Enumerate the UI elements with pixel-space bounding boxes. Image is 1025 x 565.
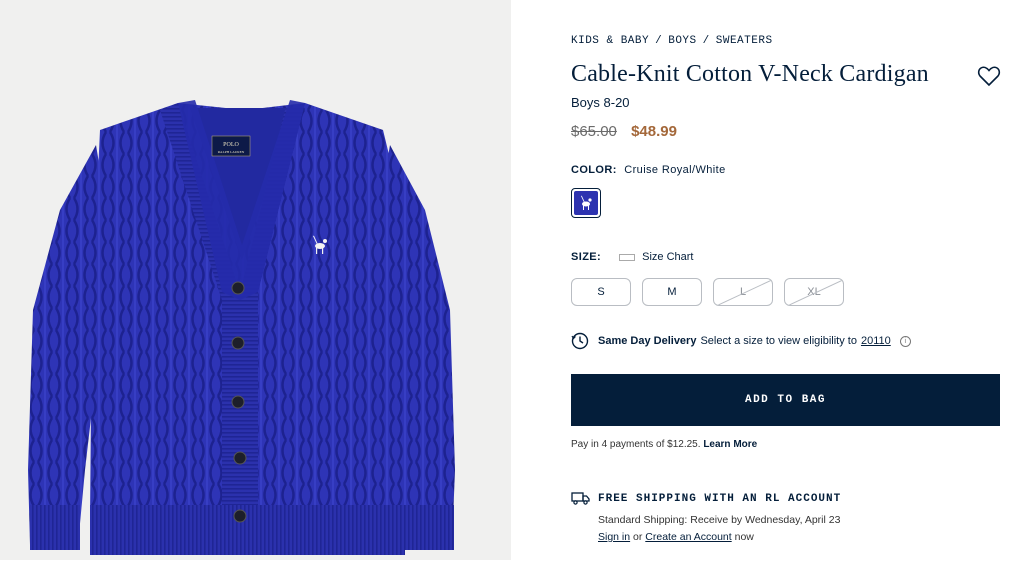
learn-more-link[interactable]: Learn More (703, 439, 757, 450)
clock-icon (571, 332, 589, 350)
original-price: $65.00 (571, 123, 617, 140)
same-day-delivery: Same Day Delivery Select a size to view … (571, 332, 911, 350)
breadcrumb-boys[interactable]: BOYS (668, 35, 696, 47)
standard-shipping: Standard Shipping: Receive by Wednesday,… (598, 514, 841, 526)
zip-code-link[interactable]: 20110 (861, 335, 891, 347)
unavailable-strike-icon (788, 279, 843, 305)
size-option-l[interactable]: L (713, 278, 773, 306)
installments-text: Pay in 4 payments of $12.25. (571, 439, 701, 450)
label-logo-subtext: RALPH LAUREN (218, 150, 245, 154)
breadcrumb-separator: / (655, 35, 663, 47)
delivery-title: Same Day Delivery (598, 335, 697, 347)
breadcrumb-kids-baby[interactable]: KIDS & BABY (571, 35, 649, 47)
size-option-m[interactable]: M (642, 278, 702, 306)
pony-icon (581, 195, 592, 210)
size-label: S (597, 286, 605, 298)
size-label: M (667, 286, 677, 298)
unavailable-strike-icon (717, 279, 772, 305)
or-text: or (633, 531, 643, 543)
breadcrumb: KIDS & BABY / BOYS / SWEATERS (571, 35, 773, 47)
product-image[interactable]: POLO RALPH LAUREN (0, 0, 511, 560)
color-value: Cruise Royal/White (624, 164, 726, 176)
sign-in-link[interactable]: Sign in (598, 531, 630, 543)
swatch-fill (574, 191, 598, 215)
product-subtitle: Boys 8-20 (571, 95, 630, 110)
now-text: now (734, 531, 754, 543)
price-block: $65.00 $48.99 (571, 123, 677, 140)
product-details: KIDS & BABY / BOYS / SWEATERS Cable-Knit Cot… (511, 0, 1025, 560)
info-icon[interactable]: i (899, 335, 911, 347)
shipping-heading: FREE SHIPPING WITH AN RL ACCOUNT (571, 492, 841, 505)
create-account-link[interactable]: Create an Account (645, 531, 731, 543)
installments-note: Pay in 4 payments of $12.25. Learn More (571, 439, 757, 450)
shipping-title: FREE SHIPPING WITH AN RL ACCOUNT (598, 492, 842, 505)
product-title: Cable-Knit Cotton V-Neck Cardigan (571, 61, 929, 87)
label-logo-text: POLO (223, 142, 239, 148)
size-options: S M L XL (571, 278, 844, 306)
size-heading: SIZE: (571, 251, 602, 263)
wishlist-heart-icon[interactable] (977, 64, 1001, 88)
size-row: SIZE: Size Chart (571, 251, 693, 263)
add-to-bag-button[interactable]: ADD TO BAG (571, 374, 1000, 426)
color-swatch[interactable] (571, 188, 601, 218)
ruler-icon (619, 253, 636, 261)
product-image-panel: POLO RALPH LAUREN (0, 0, 511, 560)
delivery-text: Select a size to view eligibility to (700, 335, 857, 347)
size-chart-link[interactable]: Size Chart (642, 251, 693, 263)
breadcrumb-sweaters[interactable]: SWEATERS (716, 35, 773, 47)
sale-price: $48.99 (631, 123, 677, 140)
color-heading: COLOR: (571, 164, 617, 176)
size-option-s[interactable]: S (571, 278, 631, 306)
account-links: Sign in or Create an Account now (598, 531, 754, 543)
color-label: COLOR: Cruise Royal/White (571, 164, 726, 176)
truck-icon (571, 492, 590, 505)
breadcrumb-separator: / (702, 35, 710, 47)
size-option-xl[interactable]: XL (784, 278, 844, 306)
